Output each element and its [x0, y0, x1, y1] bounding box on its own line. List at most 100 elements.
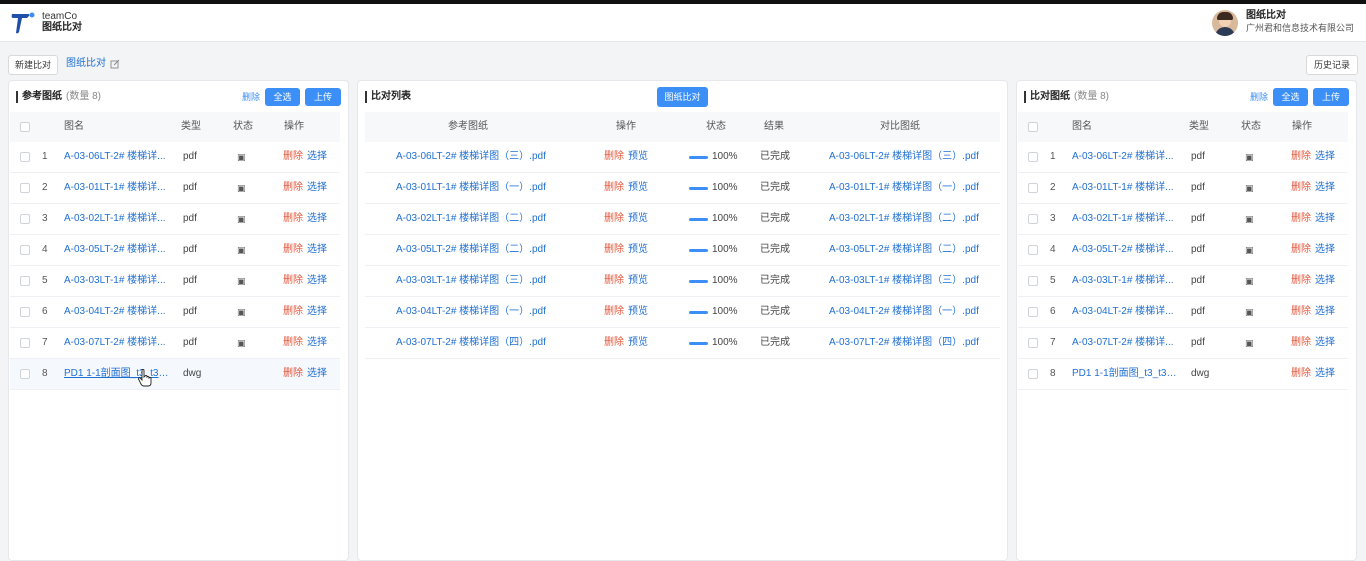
reference-table-row[interactable]: 1 A-03-06LT-2# 楼梯详... pdf ▣ 删除 选择	[10, 142, 340, 173]
compare-row-delete-link[interactable]: 删除	[1291, 368, 1311, 379]
compare-row-preview-link[interactable]: 预览	[628, 337, 648, 348]
compare-row-select-link[interactable]: 选择	[1315, 368, 1335, 379]
history-button[interactable]: 历史记录	[1306, 55, 1358, 75]
compare-row-select-link[interactable]: 选择	[1315, 151, 1335, 162]
compare-select-all-button[interactable]: 全选	[1273, 88, 1308, 106]
compare-file-name-link[interactable]: A-03-06LT-2# 楼梯详...	[1072, 142, 1178, 172]
compare-table-row[interactable]: A-03-02LT-1# 楼梯详图（二）.pdf 删除 预览 100% 已完成 A-03-…	[365, 204, 1000, 235]
compare-table-row[interactable]: 2 A-03-01LT-1# 楼梯详... pdf ▣ 删除 选择	[1018, 173, 1348, 204]
compare-table-row[interactable]: 5 A-03-03LT-1# 楼梯详... pdf ▣ 删除 选择	[1018, 266, 1348, 297]
compare-row-delete-link[interactable]: 删除	[1291, 306, 1311, 317]
compare-row-checkbox[interactable]	[1028, 152, 1038, 162]
reference-row-select-link[interactable]: 选择	[307, 306, 327, 317]
reference-row-checkbox[interactable]	[20, 307, 30, 317]
compare-table-row[interactable]: 7 A-03-07LT-2# 楼梯详... pdf ▣ 删除 选择	[1018, 328, 1348, 359]
reference-file-name-link[interactable]: A-03-07LT-2# 楼梯详...	[64, 328, 170, 358]
reference-table-row[interactable]: 7 A-03-07LT-2# 楼梯详... pdf ▣ 删除 选择	[10, 328, 340, 359]
reference-row-select-link[interactable]: 选择	[307, 182, 327, 193]
reference-row-checkbox[interactable]	[20, 183, 30, 193]
reference-row-select-link[interactable]: 选择	[307, 244, 327, 255]
compare-row-select-link[interactable]: 选择	[1315, 244, 1335, 255]
reference-row-select-link[interactable]: 选择	[307, 213, 327, 224]
compare-row-delete-link[interactable]: 删除	[604, 244, 624, 255]
reference-row-delete-link[interactable]: 删除	[283, 213, 303, 224]
reference-row-delete-link[interactable]: 删除	[283, 275, 303, 286]
compare-table-row[interactable]: 4 A-03-05LT-2# 楼梯详... pdf ▣ 删除 选择	[1018, 235, 1348, 266]
compare-file-name-link[interactable]: A-03-03LT-1# 楼梯详...	[1072, 266, 1178, 296]
compare-row-checkbox[interactable]	[1028, 338, 1038, 348]
compare-delete-link[interactable]: 删除	[1250, 88, 1268, 106]
reference-row-checkbox[interactable]	[20, 338, 30, 348]
new-compare-button[interactable]: 新建比对	[8, 55, 58, 75]
reference-row-checkbox[interactable]	[20, 152, 30, 162]
reference-file-name-link[interactable]: A-03-06LT-2# 楼梯详...	[64, 142, 170, 172]
reference-row-delete-link[interactable]: 删除	[283, 337, 303, 348]
reference-upload-button[interactable]: 上传	[305, 88, 341, 106]
start-compare-button[interactable]: 图纸比对	[657, 87, 708, 107]
compare-table-row[interactable]: A-03-07LT-2# 楼梯详图（四）.pdf 删除 预览 100% 已完成 A-03-…	[365, 328, 1000, 359]
compare-row-delete-link[interactable]: 删除	[604, 151, 624, 162]
reference-file-name-link[interactable]: A-03-05LT-2# 楼梯详...	[64, 235, 170, 265]
compare-file-link[interactable]: A-03-06LT-2# 楼梯详图（三）.pdf	[829, 142, 979, 172]
compare-row-delete-link[interactable]: 删除	[604, 213, 624, 224]
compare-row-checkbox[interactable]	[1028, 245, 1038, 255]
tab-current[interactable]: 图纸比对	[66, 57, 106, 71]
compare-select-all-checkbox[interactable]	[1028, 122, 1038, 132]
compare-file-link[interactable]: A-03-05LT-2# 楼梯详图（二）.pdf	[829, 235, 979, 265]
compare-row-delete-link[interactable]: 删除	[604, 275, 624, 286]
reference-file-link[interactable]: A-03-02LT-1# 楼梯详图（二）.pdf	[396, 204, 546, 234]
compare-file-name-link[interactable]: PD1 1-1剖面图_t3_t3-...	[1072, 359, 1178, 389]
reference-table-row[interactable]: 5 A-03-03LT-1# 楼梯详... pdf ▣ 删除 选择	[10, 266, 340, 297]
reference-row-select-link[interactable]: 选择	[307, 275, 327, 286]
compare-row-delete-link[interactable]: 删除	[1291, 213, 1311, 224]
reference-row-checkbox[interactable]	[20, 276, 30, 286]
compare-row-preview-link[interactable]: 预览	[628, 244, 648, 255]
reference-file-link[interactable]: A-03-01LT-1# 楼梯详图（一）.pdf	[396, 173, 546, 203]
reference-row-select-link[interactable]: 选择	[307, 368, 327, 379]
compare-file-name-link[interactable]: A-03-07LT-2# 楼梯详...	[1072, 328, 1178, 358]
compare-file-link[interactable]: A-03-07LT-2# 楼梯详图（四）.pdf	[829, 328, 979, 358]
compare-file-link[interactable]: A-03-02LT-1# 楼梯详图（二）.pdf	[829, 204, 979, 234]
compare-row-preview-link[interactable]: 预览	[628, 182, 648, 193]
reference-file-name-link[interactable]: A-03-02LT-1# 楼梯详...	[64, 204, 170, 234]
reference-table-row[interactable]: 4 A-03-05LT-2# 楼梯详... pdf ▣ 删除 选择	[10, 235, 340, 266]
compare-file-name-link[interactable]: A-03-05LT-2# 楼梯详...	[1072, 235, 1178, 265]
reference-table-row[interactable]: 6 A-03-04LT-2# 楼梯详... pdf ▣ 删除 选择	[10, 297, 340, 328]
compare-row-delete-link[interactable]: 删除	[604, 182, 624, 193]
reference-row-delete-link[interactable]: 删除	[283, 306, 303, 317]
reference-row-delete-link[interactable]: 删除	[283, 151, 303, 162]
compare-table-row[interactable]: 1 A-03-06LT-2# 楼梯详... pdf ▣ 删除 选择	[1018, 142, 1348, 173]
reference-file-link[interactable]: A-03-04LT-2# 楼梯详图（一）.pdf	[396, 297, 546, 327]
compare-table-row[interactable]: 3 A-03-02LT-1# 楼梯详... pdf ▣ 删除 选择	[1018, 204, 1348, 235]
compare-table-row[interactable]: A-03-03LT-1# 楼梯详图（三）.pdf 删除 预览 100% 已完成 A-03-…	[365, 266, 1000, 297]
edit-icon[interactable]	[110, 59, 120, 69]
reference-file-name-link[interactable]: A-03-04LT-2# 楼梯详...	[64, 297, 170, 327]
compare-row-delete-link[interactable]: 删除	[1291, 244, 1311, 255]
compare-file-link[interactable]: A-03-03LT-1# 楼梯详图（三）.pdf	[829, 266, 979, 296]
compare-file-link[interactable]: A-03-01LT-1# 楼梯详图（一）.pdf	[829, 173, 979, 203]
reference-row-delete-link[interactable]: 删除	[283, 244, 303, 255]
compare-row-delete-link[interactable]: 删除	[1291, 275, 1311, 286]
reference-table-row[interactable]: 8 PD1 1-1剖面图_t3_t3-d... dwg 删除 选择	[10, 359, 340, 390]
compare-row-preview-link[interactable]: 预览	[628, 213, 648, 224]
reference-delete-link[interactable]: 删除	[242, 88, 260, 106]
reference-row-delete-link[interactable]: 删除	[283, 368, 303, 379]
compare-row-delete-link[interactable]: 删除	[1291, 337, 1311, 348]
compare-file-link[interactable]: A-03-04LT-2# 楼梯详图（一）.pdf	[829, 297, 979, 327]
avatar[interactable]	[1211, 10, 1238, 36]
reference-table-row[interactable]: 3 A-03-02LT-1# 楼梯详... pdf ▣ 删除 选择	[10, 204, 340, 235]
compare-row-checkbox[interactable]	[1028, 276, 1038, 286]
compare-row-checkbox[interactable]	[1028, 369, 1038, 379]
compare-table-row[interactable]: A-03-01LT-1# 楼梯详图（一）.pdf 删除 预览 100% 已完成 A-03-…	[365, 173, 1000, 204]
compare-row-delete-link[interactable]: 删除	[1291, 151, 1311, 162]
compare-file-name-link[interactable]: A-03-04LT-2# 楼梯详...	[1072, 297, 1178, 327]
reference-file-link[interactable]: A-03-07LT-2# 楼梯详图（四）.pdf	[396, 328, 546, 358]
compare-row-select-link[interactable]: 选择	[1315, 213, 1335, 224]
reference-row-delete-link[interactable]: 删除	[283, 182, 303, 193]
reference-file-name-link[interactable]: PD1 1-1剖面图_t3_t3-d...	[64, 359, 170, 389]
compare-row-select-link[interactable]: 选择	[1315, 337, 1335, 348]
reference-file-link[interactable]: A-03-03LT-1# 楼梯详图（三）.pdf	[396, 266, 546, 296]
reference-row-checkbox[interactable]	[20, 245, 30, 255]
compare-row-checkbox[interactable]	[1028, 214, 1038, 224]
compare-row-select-link[interactable]: 选择	[1315, 182, 1335, 193]
